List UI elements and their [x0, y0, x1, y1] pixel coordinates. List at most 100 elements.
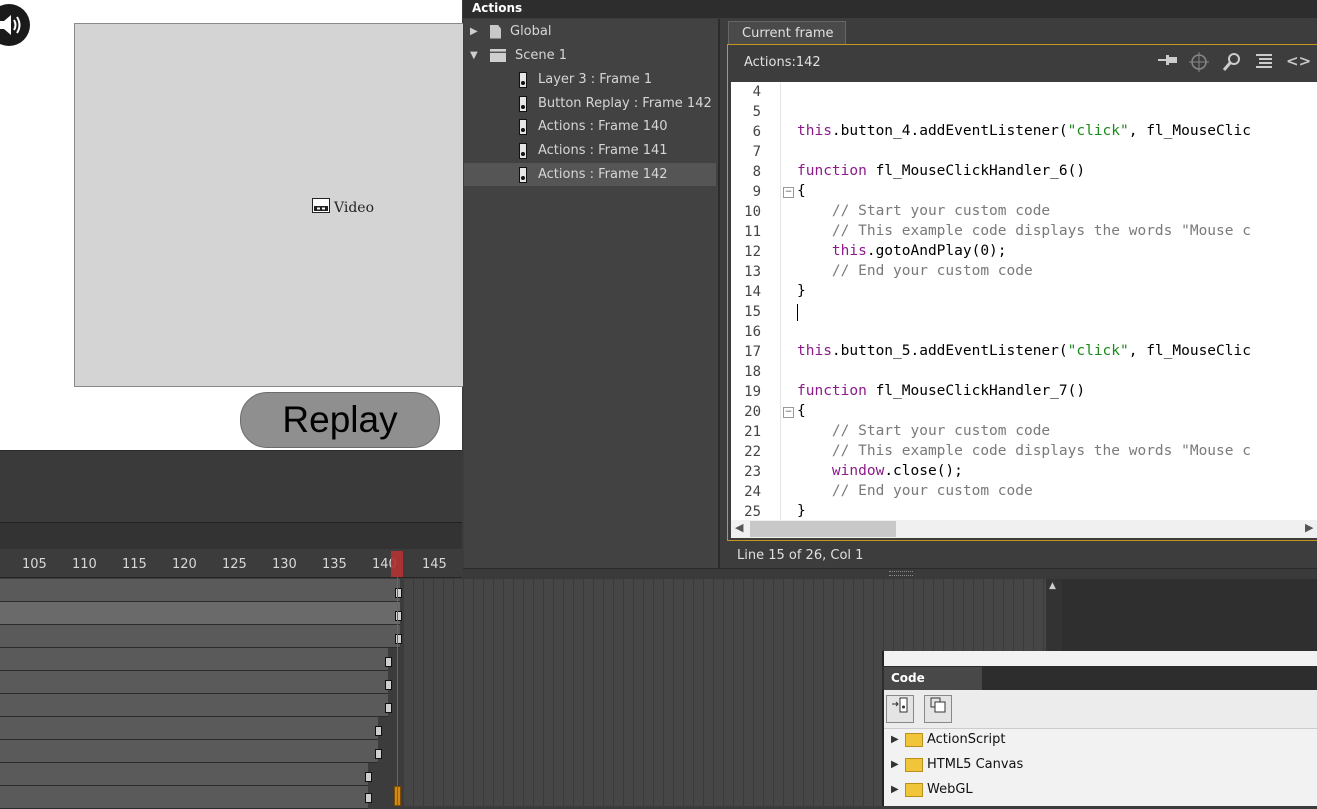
code-line[interactable]: } — [797, 503, 806, 519]
fold-toggle-icon[interactable]: − — [783, 187, 794, 198]
frame-icon — [519, 166, 527, 183]
code-line[interactable]: { — [797, 403, 806, 419]
code-line[interactable]: } — [797, 283, 806, 299]
line-number: 11 — [744, 224, 761, 240]
layer-row[interactable] — [0, 763, 368, 786]
ruler-tick: 130 — [272, 557, 297, 572]
scroll-up-icon[interactable]: ▲ — [1049, 581, 1056, 591]
code-line[interactable]: // Start your custom code — [797, 203, 1050, 219]
code-line[interactable]: // Start your custom code — [797, 423, 1050, 439]
code-line[interactable]: { — [797, 183, 806, 199]
line-number: 17 — [744, 344, 761, 360]
keyframe[interactable] — [375, 726, 382, 736]
layer-row[interactable] — [0, 602, 400, 625]
actions-frame-label: Actions:142 — [744, 55, 821, 70]
add-to-current-frame-icon[interactable] — [886, 695, 914, 723]
line-number: 7 — [752, 144, 761, 160]
code-line[interactable]: function fl_MouseClickHandler_7() — [797, 383, 1085, 399]
expand-arrow-icon[interactable]: ▶ — [470, 20, 484, 43]
code-line[interactable]: function fl_MouseClickHandler_6() — [797, 163, 1085, 179]
timeline-header — [0, 522, 462, 550]
timeline-scrollbar[interactable]: ▲ — [1046, 579, 1062, 651]
scroll-left-icon[interactable]: ◀ — [735, 521, 743, 534]
code-line[interactable]: window.close(); — [797, 463, 963, 479]
snippet-folder-html5-canvas[interactable]: ▶ HTML5 Canvas — [891, 754, 1023, 776]
code-line[interactable]: // This example code displays the words … — [797, 443, 1251, 459]
fold-toggle-icon[interactable]: − — [783, 407, 794, 418]
tree-item-scene[interactable]: ▼ Scene 1 — [470, 44, 716, 67]
code-snippets-tab[interactable]: Code Snippets — [884, 667, 982, 708]
replay-button[interactable]: Replay — [240, 392, 440, 448]
actions-panel-tab[interactable]: Actions — [463, 0, 532, 18]
line-number: 15 — [744, 304, 761, 320]
keyframe[interactable] — [385, 703, 392, 713]
tab-current-frame[interactable]: Current frame — [728, 21, 846, 44]
line-number: 25 — [744, 504, 761, 520]
tree-item-frame[interactable]: Actions : Frame 140 — [519, 115, 668, 138]
ruler-tick: 125 — [222, 557, 247, 572]
keyframe[interactable] — [375, 749, 382, 759]
playhead-marker[interactable] — [391, 551, 403, 577]
keyframe[interactable] — [385, 657, 392, 667]
code-line[interactable]: // End your custom code — [797, 263, 1033, 279]
code-line[interactable]: this.button_5.addEventListener("click", … — [797, 343, 1251, 359]
line-number: 14 — [744, 284, 761, 300]
tree-label: Actions : Frame 140 — [538, 119, 668, 134]
keyframe[interactable] — [365, 772, 372, 782]
layer-row[interactable] — [0, 694, 388, 717]
layer-row[interactable] — [0, 671, 388, 694]
search-icon[interactable] — [1222, 52, 1242, 76]
scrollbar-thumb[interactable] — [750, 521, 896, 537]
keyframe[interactable] — [385, 680, 392, 690]
script-navigator: ▶ Global ▼ Scene 1 Layer 3 : Frame 1 But… — [464, 19, 720, 568]
line-number: 5 — [752, 104, 761, 120]
layer-row[interactable] — [0, 648, 388, 671]
tree-item-frame-selected[interactable]: Actions : Frame 142 — [464, 163, 716, 186]
layer-row[interactable] — [0, 625, 400, 648]
tree-item-frame[interactable]: Layer 3 : Frame 1 — [519, 68, 652, 91]
folder-label: WebGL — [927, 782, 973, 797]
video-label-text: Video — [334, 199, 375, 216]
code-hint-icon[interactable]: <> — [1286, 52, 1311, 70]
layer-row[interactable] — [0, 579, 400, 602]
copy-to-clipboard-icon[interactable] — [924, 695, 952, 723]
collapse-arrow-icon[interactable]: ▼ — [470, 44, 484, 67]
code-line[interactable]: // This example code displays the words … — [797, 223, 1251, 239]
tree-label: Button Replay : Frame 142 — [538, 96, 712, 111]
target-icon[interactable] — [1189, 52, 1209, 76]
keyframe[interactable] — [365, 793, 372, 803]
tree-item-frame[interactable]: Button Replay : Frame 142 — [519, 92, 712, 115]
playhead-line — [397, 577, 398, 806]
document-icon — [490, 24, 501, 39]
frame-icon — [519, 95, 527, 112]
grip-icon — [889, 571, 913, 576]
video-placeholder[interactable] — [74, 23, 476, 387]
code-line[interactable]: // End your custom code — [797, 483, 1033, 499]
format-code-icon[interactable] — [1255, 52, 1273, 76]
tree-label: Global — [510, 24, 552, 39]
snippet-folder-webgl[interactable]: ▶ WebGL — [891, 779, 973, 801]
frame-icon — [519, 71, 527, 88]
code-line[interactable]: this.gotoAndPlay(0); — [797, 243, 1007, 259]
video-icon — [312, 198, 330, 217]
line-number: 13 — [744, 264, 761, 280]
line-number: 10 — [744, 204, 761, 220]
frame-icon — [519, 142, 527, 159]
expand-arrow-icon[interactable]: ▶ — [891, 754, 905, 776]
panel-resize-handle[interactable] — [463, 568, 1317, 579]
code-line[interactable]: this.button_4.addEventListener("click", … — [797, 123, 1251, 139]
expand-arrow-icon[interactable]: ▶ — [891, 779, 905, 801]
tree-item-frame[interactable]: Actions : Frame 141 — [519, 139, 668, 162]
layer-row[interactable] — [0, 740, 378, 763]
pin-script-icon[interactable] — [1157, 52, 1179, 72]
ruler-tick: 115 — [122, 557, 147, 572]
scene-icon — [490, 49, 506, 62]
layer-row[interactable] — [0, 717, 378, 740]
snippet-folder-actionscript[interactable]: ▶ ActionScript — [891, 729, 1005, 751]
ruler-tick: 105 — [22, 557, 47, 572]
folder-icon — [905, 733, 923, 747]
tree-item-global[interactable]: ▶ Global — [470, 20, 716, 43]
expand-arrow-icon[interactable]: ▶ — [891, 729, 905, 751]
scroll-right-icon[interactable]: ▶ — [1305, 521, 1313, 534]
line-number: 21 — [744, 424, 761, 440]
